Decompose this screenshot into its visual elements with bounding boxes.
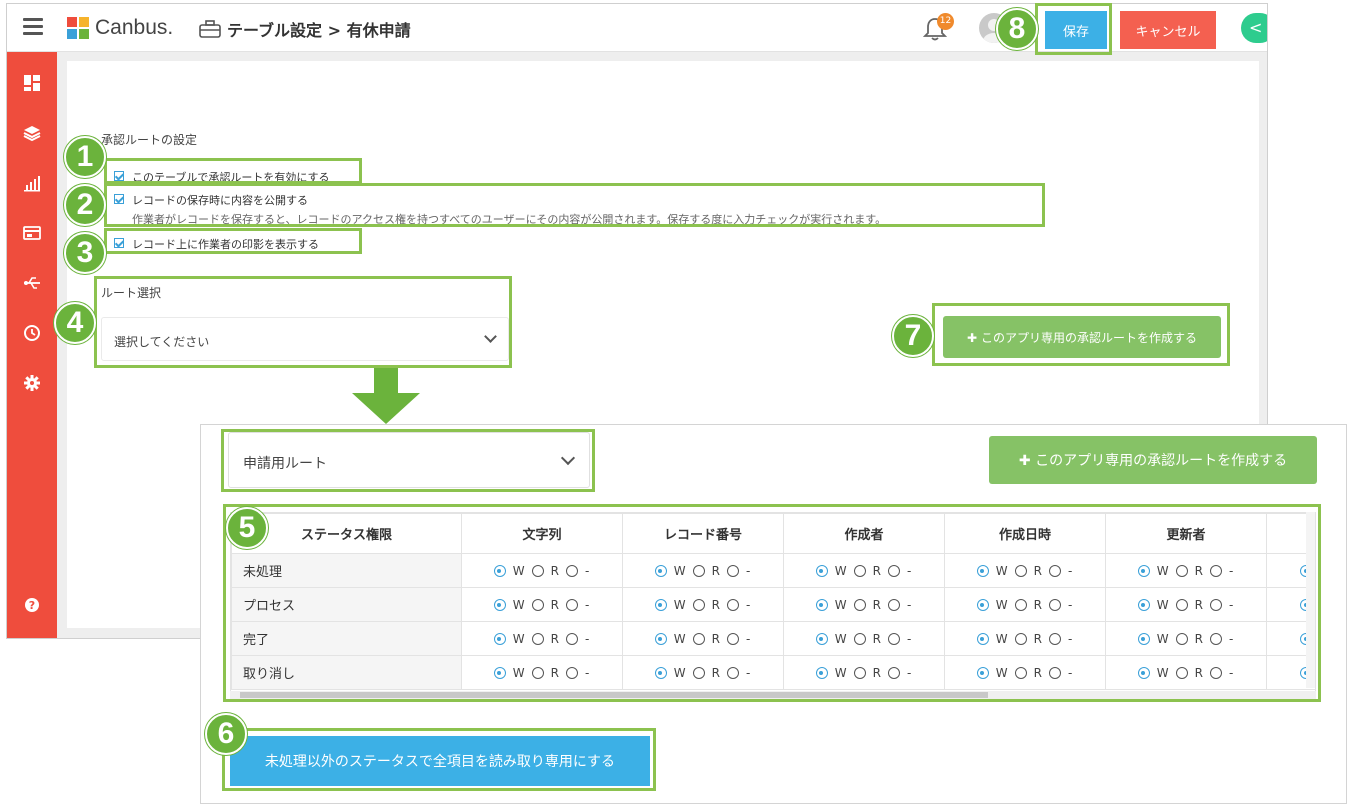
toolbox-icon <box>199 20 221 38</box>
step-badge-5: 5 <box>226 507 268 549</box>
highlight-route-select <box>94 276 512 368</box>
highlight-readonly-button <box>222 728 656 791</box>
plus-icon: ✚ <box>1018 453 1031 469</box>
notification-button[interactable]: 12 <box>922 13 954 42</box>
approval-section-title: 承認ルートの設定 <box>101 133 198 147</box>
gear-icon[interactable] <box>23 374 41 392</box>
layers-icon[interactable] <box>23 124 41 142</box>
history-icon[interactable] <box>23 324 41 342</box>
menu-icon[interactable] <box>23 18 43 36</box>
step-badge-8: 8 <box>996 8 1038 50</box>
step-badge-7: 7 <box>892 315 934 357</box>
sidebar: ? <box>7 52 57 638</box>
step-badge-1: 1 <box>64 136 106 178</box>
highlight-route-select-expanded <box>221 429 595 492</box>
arrow-down-icon <box>352 367 420 424</box>
logo-icon <box>67 17 89 39</box>
create-route-label: このアプリ専用の承認ルートを作成する <box>1035 453 1288 469</box>
logo-text: Canbus. <box>95 16 174 39</box>
dashboard-icon[interactable] <box>23 74 41 92</box>
cancel-button[interactable]: キャンセル <box>1120 11 1216 49</box>
step-badge-3: 3 <box>64 232 106 274</box>
step-badge-2: 2 <box>64 184 106 226</box>
collapse-panel-button[interactable]: < <box>1241 13 1267 43</box>
svg-text:?: ? <box>29 599 35 612</box>
bar-chart-icon[interactable] <box>23 174 41 192</box>
highlight-create-route <box>932 303 1230 366</box>
step-badge-6: 6 <box>205 713 247 755</box>
highlight-save <box>1035 3 1112 55</box>
breadcrumb: テーブル設定 > 有休申請 <box>199 17 411 41</box>
help-icon[interactable]: ? <box>23 596 41 614</box>
breadcrumb-text: テーブル設定 > 有休申請 <box>227 21 411 40</box>
app-logo[interactable]: Canbus. <box>67 16 173 40</box>
create-route-button[interactable]: ✚ このアプリ専用の承認ルートを作成する <box>989 436 1317 484</box>
highlight-option-1 <box>104 158 362 184</box>
highlight-permission-table <box>223 504 1321 702</box>
step-badge-4: 4 <box>54 302 96 344</box>
highlight-option-2 <box>104 183 1045 227</box>
highlight-option-3 <box>104 228 362 254</box>
card-icon[interactable] <box>23 224 41 242</box>
notification-badge: 12 <box>937 13 954 30</box>
usb-icon[interactable] <box>23 274 41 292</box>
